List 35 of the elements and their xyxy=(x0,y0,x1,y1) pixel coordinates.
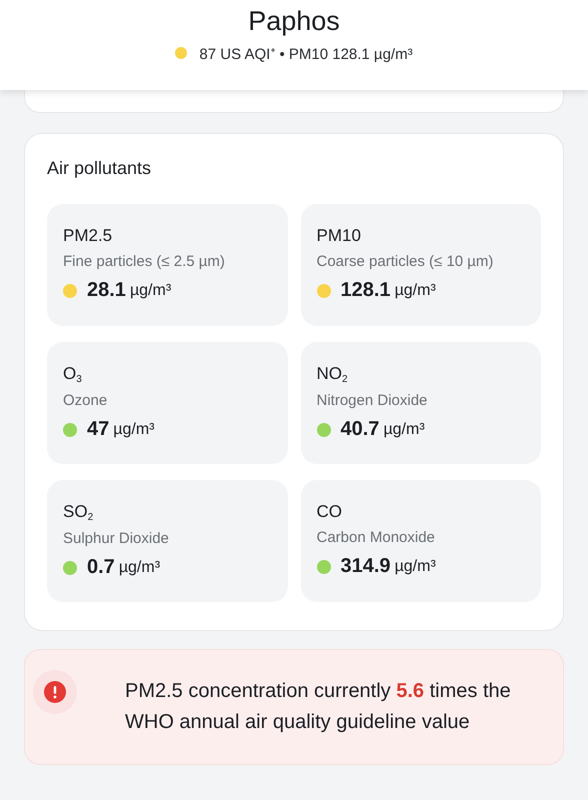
pollutant-name: O$_{3}$ xyxy=(63,364,82,385)
pollutant-card[interactable]: SO$_{2}$ Sulphur Dioxide 0.7 µg/m³ xyxy=(47,480,288,602)
pollutant-value: 28.1 xyxy=(87,279,126,302)
pollutant-value: 47 xyxy=(87,418,110,441)
unit-label: µg/m³ xyxy=(118,558,160,576)
pollutant-description: Coarse particles (≤ 10 µm) xyxy=(316,253,494,270)
pollutant-name: PM10 xyxy=(316,226,361,246)
alert-message: PM2.5 concentration currently 5.6 times the WHO annual air quality guideline value xyxy=(125,679,512,735)
pollutant-value: 40.7 xyxy=(340,418,380,441)
pollutant-description: Sulphur Dioxide xyxy=(63,530,169,547)
pollutant-value: 0.7 xyxy=(87,556,115,579)
section-title: Air pollutants xyxy=(47,158,152,179)
pollutant-card[interactable]: PM10 Coarse particles (≤ 10 µm) 128.1 µg/m³ xyxy=(300,204,541,326)
pollutant-name: SO$_{2}$ xyxy=(63,502,94,523)
unit-label: µg/m³ xyxy=(113,420,154,438)
city-title: Paphos xyxy=(248,5,340,37)
pollutant-value: 314.9 xyxy=(340,555,391,578)
unit-label: µg/m³ xyxy=(394,282,436,300)
pollutant-name: PM2.5 xyxy=(63,226,112,246)
unit-label: µg/m³ xyxy=(383,420,425,438)
pollutant-description: Nitrogen Dioxide xyxy=(316,392,428,409)
pollutant-description: Fine particles (≤ 2.5 µm) xyxy=(63,253,225,270)
pollutant-value: 128.1 xyxy=(340,279,391,302)
pollutant-card[interactable]: CO Carbon Monoxide 314.9 µg/m³ xyxy=(300,480,541,602)
pollutant-card[interactable]: NO$_{2}$ Nitrogen Dioxide 40.7 µg/m³ xyxy=(300,342,541,464)
pollutant-description: Ozone xyxy=(63,392,108,409)
pollutant-card[interactable]: PM2.5 Fine particles (≤ 2.5 µm) 28.1 µg/m³ xyxy=(47,204,288,326)
warning-icon xyxy=(44,681,66,703)
unit-label: µg/m³ xyxy=(130,282,172,300)
pollutant-description: Carbon Monoxide xyxy=(316,529,435,546)
pollutant-name: NO$_{2}$ xyxy=(316,364,348,385)
unit-label: µg/m³ xyxy=(394,558,436,576)
pollutant-card[interactable]: O$_{3}$ Ozone 47 µg/m³ xyxy=(47,342,288,464)
aqi-summary: 87 US AQI⁺ • PM10 128.1 µg/m³ xyxy=(199,45,413,63)
pollutant-name: CO xyxy=(316,502,342,522)
